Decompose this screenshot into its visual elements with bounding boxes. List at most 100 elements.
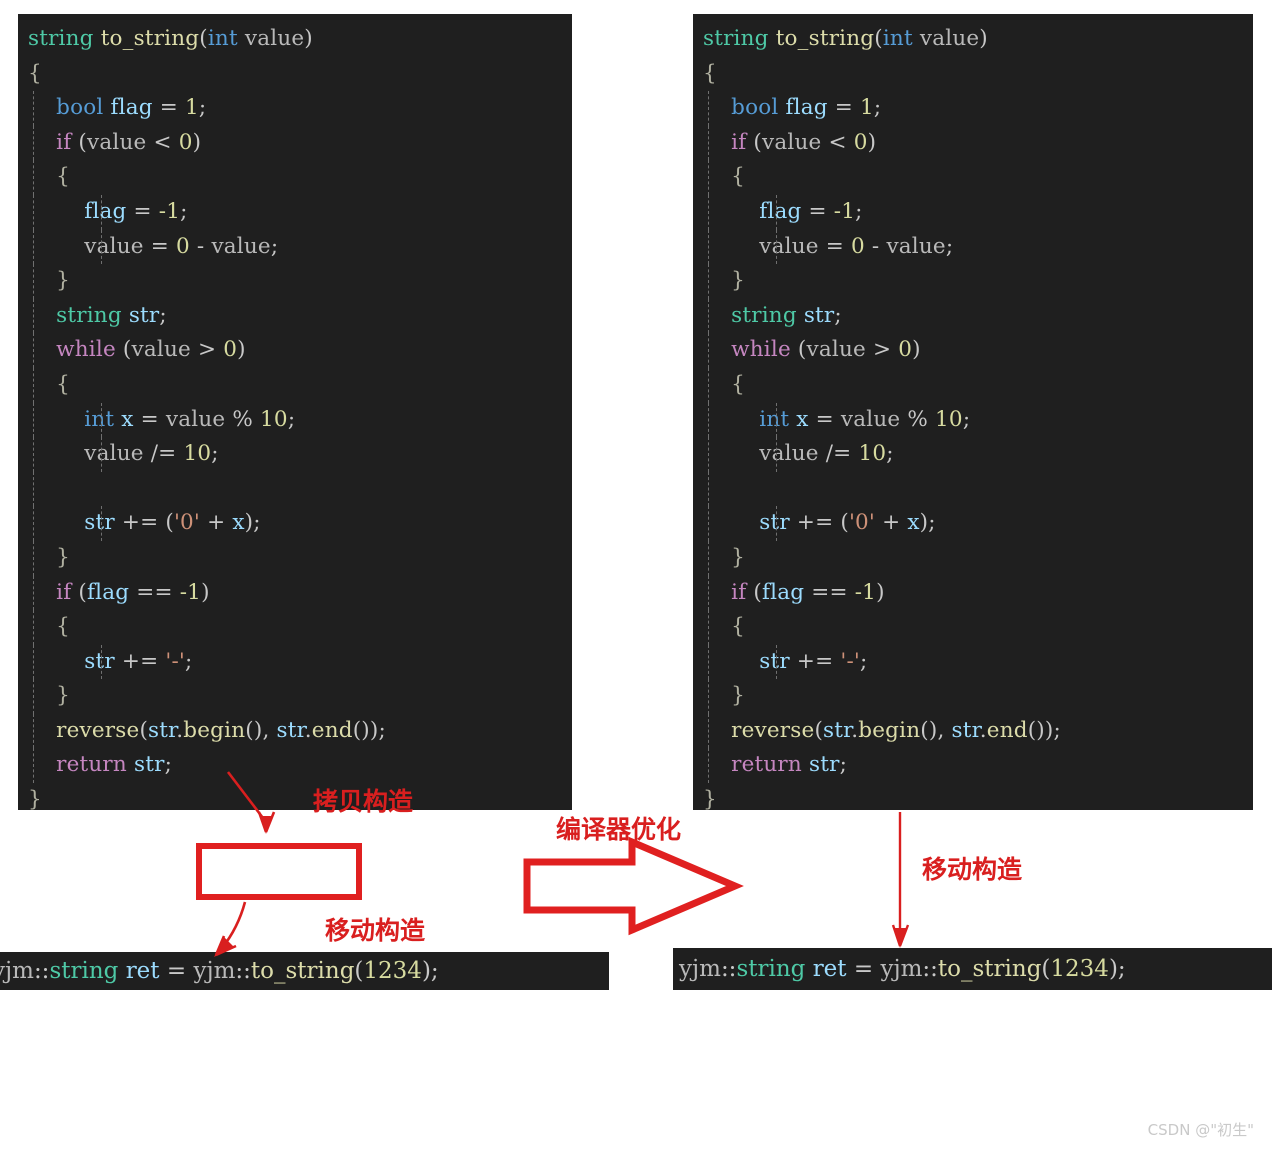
code-token: ) — [876, 579, 885, 605]
code-token: string — [731, 302, 797, 328]
code-line — [28, 471, 572, 507]
code-token: return — [56, 752, 127, 778]
code-line: { — [28, 610, 572, 645]
code-token: . — [979, 717, 987, 743]
code-token: to_string — [100, 26, 200, 51]
code-token: 1234 — [363, 958, 422, 984]
code-token: = — [846, 956, 881, 982]
code-line: int x = value % 10; — [703, 402, 1253, 438]
indent-guide — [33, 402, 34, 438]
code-token: ( — [814, 717, 824, 743]
code-line: str += '-'; — [28, 644, 572, 680]
code-line: return str; — [28, 748, 572, 784]
code-token: = — [126, 198, 159, 224]
code-token: -1 — [158, 198, 181, 224]
code-token: flag — [759, 198, 802, 224]
indent-guide — [708, 91, 709, 126]
code-token: } — [56, 544, 71, 570]
code-token: += — [789, 648, 841, 674]
code-line: } — [28, 783, 572, 810]
code-token: -1 — [179, 579, 202, 605]
indent-guide — [708, 540, 709, 576]
code-bar-call-right[interactable]: yjm::string ret = yjm::to_string(1234); — [673, 948, 1272, 990]
code-token: :: — [922, 956, 938, 982]
indent-guide — [708, 610, 709, 645]
code-token: } — [731, 683, 746, 709]
indent-guide — [708, 125, 709, 161]
code-token: begin — [183, 717, 246, 743]
code-token: if — [56, 579, 72, 605]
code-line: if (value < 0) — [703, 125, 1253, 161]
code-token: ( — [746, 579, 762, 605]
code-token: reverse — [731, 717, 815, 743]
indent-guide — [708, 402, 709, 438]
code-line: while (value > 0) — [703, 333, 1253, 368]
code-token: += — [114, 648, 166, 674]
indent-guide — [708, 679, 709, 714]
code-token: flag — [110, 95, 153, 121]
code-line: str += '-'; — [703, 644, 1253, 680]
code-token: = — [133, 406, 166, 432]
code-bar-call-left[interactable]: yjm::string ret = yjm::to_string(1234); — [0, 952, 609, 990]
code-token: { — [731, 164, 746, 190]
indent-guide — [708, 644, 709, 680]
code-token: ; — [211, 441, 219, 467]
code-line: reverse(str.begin(), str.end()); — [703, 713, 1253, 749]
code-token: ; — [180, 198, 188, 224]
code-token: + — [875, 510, 908, 536]
code-line: } — [703, 264, 1253, 299]
code-block-before-optimization[interactable]: string to_string(int value){ bool flag =… — [18, 14, 572, 810]
code-token: ; — [834, 302, 842, 328]
code-token: reverse — [56, 717, 140, 743]
code-token: ) — [979, 26, 988, 51]
code-token: 10 — [858, 441, 887, 467]
code-token: 0 — [223, 337, 238, 363]
indent-guide — [101, 402, 102, 438]
code-token: { — [28, 60, 42, 86]
code-token: str — [809, 752, 840, 778]
code-line: { — [28, 367, 572, 403]
code-token: += ( — [789, 510, 849, 536]
indent-guide — [101, 194, 102, 230]
indent-guide — [708, 194, 709, 230]
indent-guide — [708, 575, 709, 611]
indent-guide — [101, 229, 102, 265]
code-token: { — [731, 371, 746, 397]
indent-guide — [776, 194, 777, 230]
temporary-object-box — [196, 843, 362, 900]
code-token: } — [731, 268, 746, 294]
indent-guide — [33, 679, 34, 714]
indent-guide — [33, 160, 34, 195]
code-token: ; — [873, 95, 882, 121]
code-token: = — [143, 233, 176, 259]
code-line: } — [28, 264, 572, 299]
code-token: 0 — [851, 233, 865, 259]
code-token: flag — [762, 579, 805, 605]
code-token: . — [304, 717, 312, 743]
code-token: str — [759, 648, 790, 674]
code-token: while — [731, 337, 791, 363]
code-token: } — [731, 544, 746, 570]
code-token: x — [232, 510, 245, 536]
code-token: value — [759, 233, 819, 259]
code-token: ()); — [352, 717, 386, 743]
code-token: } — [28, 787, 42, 810]
code-token: = — [818, 233, 851, 259]
arrow-compiler-optimization — [523, 836, 744, 936]
code-token: value — [84, 441, 144, 467]
code-token: ( — [874, 26, 883, 51]
code-line: str += ('0' + x); — [703, 506, 1253, 541]
code-block-after-optimization[interactable]: string to_string(int value){ bool flag =… — [693, 14, 1253, 810]
code-token: value — [131, 337, 191, 363]
code-token: :: — [720, 956, 737, 982]
code-line: flag = -1; — [28, 194, 572, 230]
